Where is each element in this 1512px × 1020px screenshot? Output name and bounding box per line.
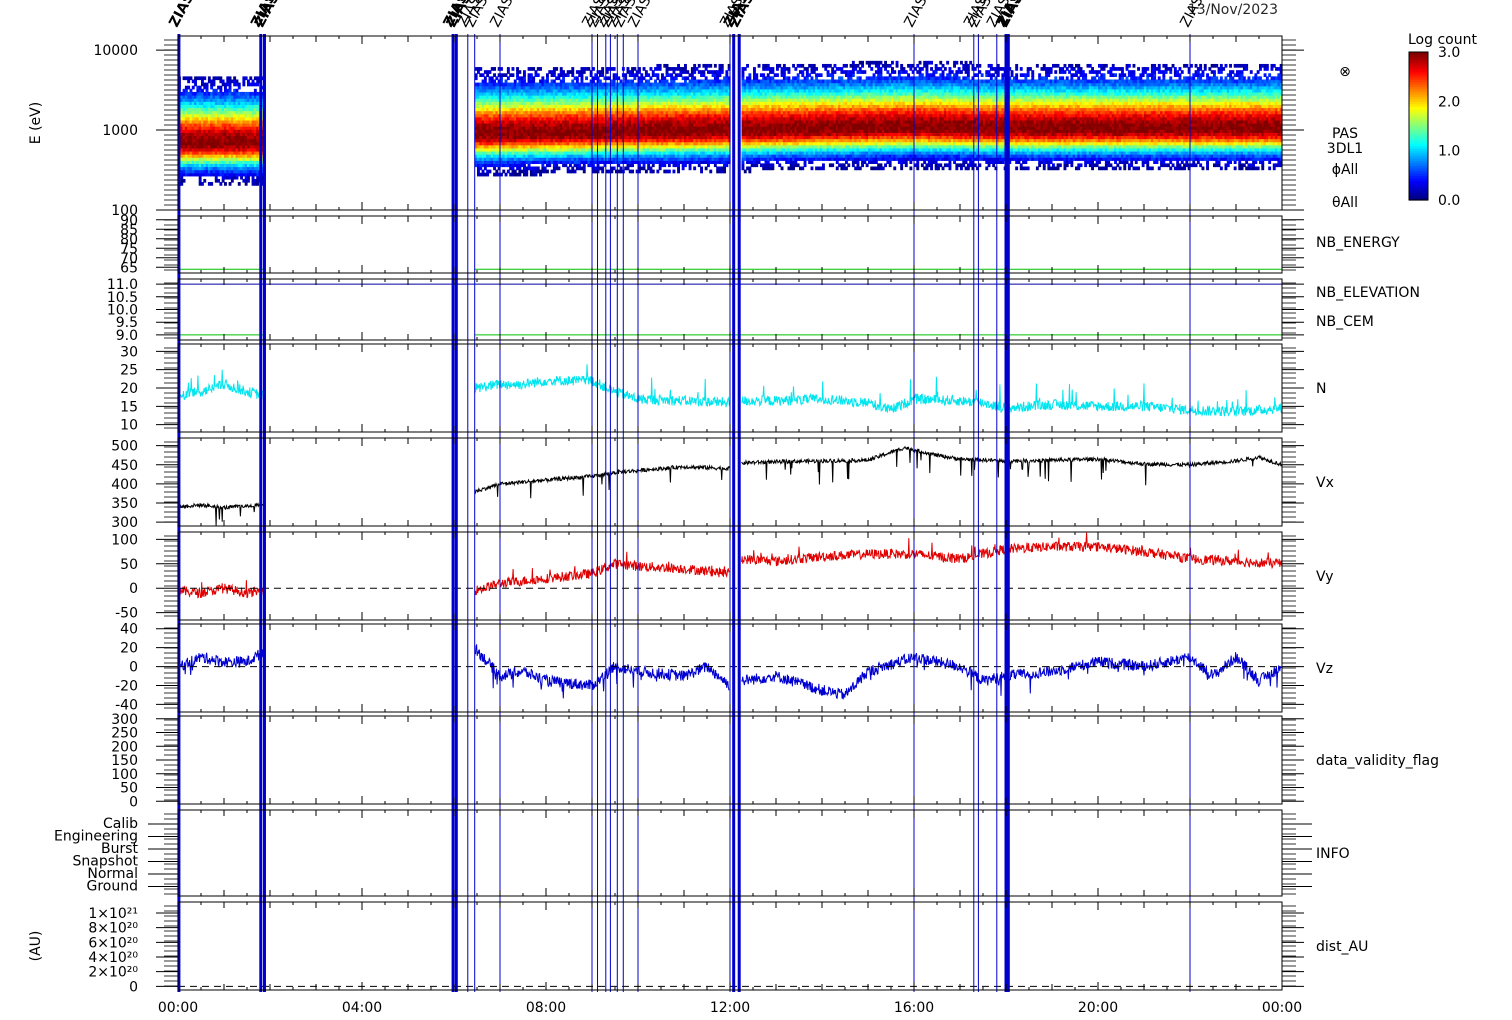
spectrogram-cell (523, 70, 526, 74)
spectrogram-cell (651, 169, 655, 174)
spectrogram-cell (493, 67, 496, 71)
spectrogram-cell (713, 63, 717, 68)
spectrogram-cell (506, 67, 510, 71)
spectrogram-cell (237, 182, 241, 186)
spectrogram-cell (771, 163, 775, 168)
spectrogram-cell (237, 82, 241, 87)
spectrogram-cell (753, 67, 756, 71)
spectrogram-cell (557, 166, 561, 171)
spectrogram-cell (210, 182, 214, 186)
spectrogram-cell (709, 63, 713, 68)
spectrogram-cell (203, 178, 207, 183)
spectrogram-cell (757, 63, 761, 68)
chart-canvas: ZIAS ZIASZIAS ZIASZIASZIASZIASZIAS ZIASZIAS… (28, 0, 1477, 1016)
spectrogram-cell (224, 182, 227, 186)
spectrogram-cell (511, 67, 515, 71)
spectrogram-cell (709, 169, 713, 174)
spectrogram-cell (612, 67, 616, 71)
spectrogram-cell (585, 76, 588, 81)
spectrogram-cell (746, 63, 749, 68)
spectrogram-cell (511, 73, 515, 77)
spectrogram-cell (203, 76, 207, 81)
spectrogram-cell (518, 70, 522, 74)
spectrogram-cell (697, 63, 701, 68)
spectrogram-cell (536, 73, 540, 77)
spectrogram-cell (672, 169, 676, 174)
spectrogram-cell (488, 169, 492, 174)
spectrogram-cell (693, 166, 697, 171)
spectrogram-cell (658, 63, 662, 68)
spectrogram-cell (748, 73, 752, 77)
spectrogram-cell (755, 73, 759, 77)
spectrogram-cell (656, 73, 660, 77)
spectrogram-cell (684, 63, 687, 68)
spectrogram-cell (182, 178, 186, 183)
spectrogram-cell (720, 63, 724, 68)
spectrogram-cell (539, 67, 542, 71)
spectrogram-cell (631, 169, 634, 174)
spectrogram-cell (555, 67, 559, 71)
spectrogram-cell (667, 169, 671, 174)
spectrogram-cell (571, 67, 575, 71)
spectrogram-cell (601, 67, 605, 71)
spectrogram-cell (771, 67, 775, 71)
spectrogram-cell (479, 67, 483, 71)
spectrogram-cell (546, 169, 549, 174)
spectrogram-cell (700, 166, 703, 171)
